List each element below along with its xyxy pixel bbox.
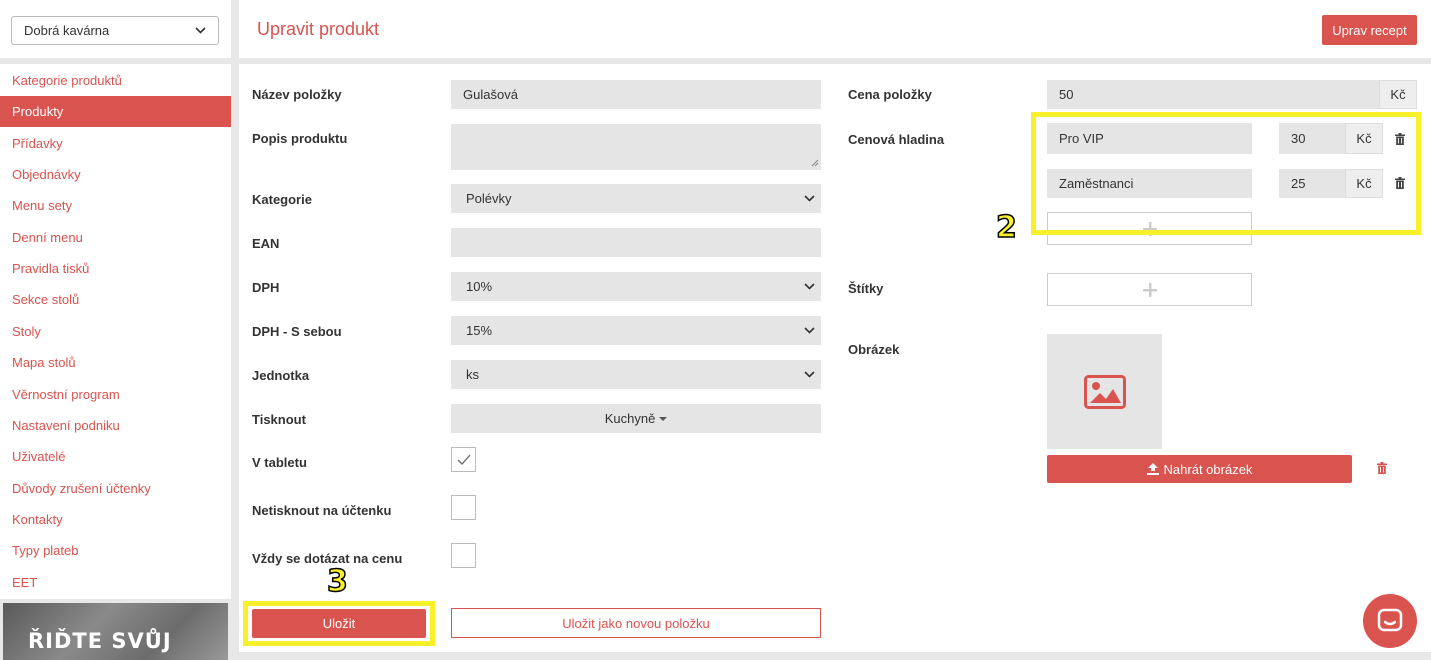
sidebar-item[interactable]: Menu sety <box>0 190 231 221</box>
caret-down-icon <box>659 416 668 421</box>
add-tag-button[interactable] <box>1047 273 1252 306</box>
chevron-down-icon <box>803 325 815 337</box>
in-tablet-label: V tabletu <box>252 455 307 470</box>
annotation-number: 3 <box>326 563 348 600</box>
sidebar-item[interactable]: Důvody zrušení účtenky <box>0 473 231 504</box>
chat-icon <box>1377 608 1403 632</box>
no-print-receipt-checkbox[interactable] <box>451 495 476 520</box>
sidebar-item[interactable]: Produkty <box>0 96 231 128</box>
venue-select-value: Dobrá kavárna <box>24 23 110 38</box>
chevron-down-icon <box>194 25 206 37</box>
vat-select[interactable]: 10% <box>451 272 821 301</box>
price-levels-highlight <box>1031 112 1421 235</box>
price-label: Cena položky <box>848 87 932 102</box>
upload-image-label: Nahrát obrázek <box>1163 461 1253 477</box>
no-print-receipt-label: Netisknout na účtenku <box>252 503 392 518</box>
page-title: Upravit produkt <box>257 19 380 39</box>
upload-image-button[interactable]: Nahrát obrázek <box>1047 455 1352 483</box>
vat-takeaway-select[interactable]: 15% <box>451 316 821 345</box>
chevron-down-icon <box>803 281 815 293</box>
print-label: Tisknout <box>252 412 306 427</box>
save-button-highlight <box>243 601 435 646</box>
promo-banner[interactable]: ŘIĎTE SVŮJ <box>3 603 228 660</box>
unit-label: Jednotka <box>252 368 310 383</box>
description-textarea[interactable] <box>451 124 821 170</box>
checkmark-icon <box>457 454 470 465</box>
save-as-new-button[interactable]: Uložit jako novou položku <box>451 608 821 638</box>
tags-label: Štítky <box>848 281 884 296</box>
sidebar-item[interactable]: Pravidla tisků <box>0 253 231 284</box>
description-label: Popis produktu <box>252 131 348 146</box>
image-preview <box>1047 334 1162 449</box>
price-input[interactable]: 50 <box>1047 80 1379 109</box>
vat-takeaway-select-value: 15% <box>466 323 493 338</box>
print-dropdown-value: Kuchyně <box>604 411 656 426</box>
ean-label: EAN <box>252 236 280 251</box>
sidebar-item[interactable]: Kontakty <box>0 504 231 535</box>
sidebar-item[interactable]: Stoly <box>0 316 231 347</box>
sidebar-item[interactable]: Typy plateb <box>0 535 231 566</box>
sidebar-item[interactable]: Nastavení podniku <box>0 410 231 441</box>
vat-select-value: 10% <box>466 279 493 294</box>
header-bar <box>239 0 1431 58</box>
sidebar-item[interactable]: Věrnostní program <box>0 379 231 410</box>
in-tablet-checkbox[interactable] <box>451 447 476 472</box>
chevron-down-icon <box>803 193 815 205</box>
price-levels-label: Cenová hladina <box>848 132 945 147</box>
sidebar-item[interactable]: EET <box>0 567 231 598</box>
promo-banner-text: ŘIĎTE SVŮJ <box>28 629 172 653</box>
annotation-number: 2 <box>995 209 1017 246</box>
venue-select[interactable]: Dobrá kavárna <box>11 16 219 45</box>
image-label: Obrázek <box>848 342 900 357</box>
sidebar-item[interactable]: Uživatelé <box>0 441 231 472</box>
edit-recipe-button[interactable]: Uprav recept <box>1322 15 1417 45</box>
name-label: Název položky <box>252 87 342 102</box>
sidebar-item[interactable]: Denní menu <box>0 222 231 253</box>
category-select[interactable]: Polévky <box>451 184 821 213</box>
price-currency: Kč <box>1379 80 1417 109</box>
category-select-value: Polévky <box>466 191 512 206</box>
sidebar-item[interactable]: Kategorie produktů <box>0 65 231 96</box>
vat-label: DPH <box>252 280 280 295</box>
resize-handle-icon[interactable] <box>811 159 819 167</box>
ean-input[interactable] <box>451 228 821 257</box>
unit-select-value: ks <box>466 367 479 382</box>
category-label: Kategorie <box>252 192 312 207</box>
name-input[interactable]: Gulašová <box>451 80 821 109</box>
sidebar-item[interactable]: Sekce stolů <box>0 284 231 315</box>
unit-select[interactable]: ks <box>451 360 821 389</box>
chat-widget-button[interactable] <box>1363 594 1417 648</box>
image-placeholder-icon <box>1083 374 1126 409</box>
print-dropdown[interactable]: Kuchyně <box>451 404 821 433</box>
chevron-down-icon <box>803 369 815 381</box>
vat-takeaway-label: DPH - S sebou <box>252 324 342 339</box>
ask-price-checkbox[interactable] <box>451 543 476 568</box>
sidebar-item[interactable]: Mapa stolů <box>0 347 231 378</box>
sidebar-item[interactable]: Přídavky <box>0 128 231 159</box>
sidebar-item[interactable]: Objednávky <box>0 159 231 190</box>
plus-icon <box>1142 282 1157 297</box>
trash-icon[interactable] <box>1377 462 1387 474</box>
upload-icon <box>1146 463 1159 475</box>
